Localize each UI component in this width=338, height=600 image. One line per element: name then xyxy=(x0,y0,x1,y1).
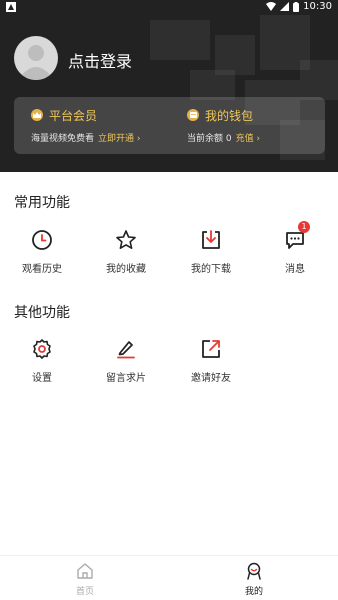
request-video-label: 留言求片 xyxy=(106,373,146,384)
member-desc: 海量视频免费看 xyxy=(31,134,95,144)
nav-home[interactable]: 首页 xyxy=(43,562,127,597)
wifi-icon xyxy=(266,2,277,11)
crown-icon xyxy=(31,109,43,121)
download-icon xyxy=(202,230,220,249)
settings-button[interactable]: 设置 xyxy=(0,338,84,384)
history-label: 观看历史 xyxy=(22,264,62,275)
downloads-button[interactable]: 我的下载 xyxy=(169,229,253,275)
member-section[interactable]: 平台会员 海量视频免费看 立即开通 › xyxy=(31,107,140,144)
login-link[interactable]: 点击登录 xyxy=(68,48,132,72)
battery-icon xyxy=(293,1,300,12)
balance-text: 当前余额 0 xyxy=(187,134,232,144)
activate-link[interactable]: 立即开通 › xyxy=(98,134,140,144)
request-video-button[interactable]: 留言求片 xyxy=(84,338,168,384)
downloads-label: 我的下载 xyxy=(191,264,231,275)
gear-icon xyxy=(33,339,51,359)
star-icon xyxy=(116,230,136,249)
nav-profile-label: 我的 xyxy=(244,587,263,597)
profile-header: 10:30 点击登录 平台会员 海量视频免费看 立即开通 › 我的钱包 当前余额… xyxy=(0,0,338,172)
invite-friends-button[interactable]: 邀请好友 xyxy=(169,338,253,384)
bottom-navigation: 首页 我的 xyxy=(0,555,338,600)
profile-icon xyxy=(247,562,261,580)
history-button[interactable]: 观看历史 xyxy=(0,229,84,275)
wallet-icon xyxy=(187,109,199,121)
messages-label: 消息 xyxy=(285,264,305,275)
invite-friends-label: 邀请好友 xyxy=(191,373,231,384)
favorites-button[interactable]: 我的收藏 xyxy=(84,229,168,275)
nav-profile[interactable]: 我的 xyxy=(212,562,296,597)
message-badge: 1 xyxy=(298,221,310,233)
status-time: 10:30 xyxy=(303,1,332,12)
favorites-label: 我的收藏 xyxy=(106,264,146,275)
signal-icon xyxy=(280,2,290,11)
default-avatar-icon xyxy=(21,45,51,80)
home-icon xyxy=(77,563,93,579)
clock-icon xyxy=(32,230,52,250)
settings-label: 设置 xyxy=(32,373,52,384)
member-title: 平台会员 xyxy=(49,108,98,123)
messages-button[interactable]: 1 消息 xyxy=(253,221,337,275)
edit-icon xyxy=(117,341,135,359)
share-icon xyxy=(202,340,220,358)
other-functions-title: 其他功能 xyxy=(14,305,70,321)
wallet-title: 我的钱包 xyxy=(205,108,254,123)
app-notification-icon xyxy=(6,2,16,12)
status-bar: 10:30 xyxy=(0,0,338,14)
recharge-link[interactable]: 充值 › xyxy=(236,134,260,144)
avatar[interactable] xyxy=(14,36,58,80)
vip-card: 平台会员 海量视频免费看 立即开通 › 我的钱包 当前余额 0 充值 › xyxy=(14,97,325,154)
nav-home-label: 首页 xyxy=(75,587,94,597)
wallet-section[interactable]: 我的钱包 当前余额 0 充值 › xyxy=(187,107,260,144)
common-functions-title: 常用功能 xyxy=(14,195,70,211)
